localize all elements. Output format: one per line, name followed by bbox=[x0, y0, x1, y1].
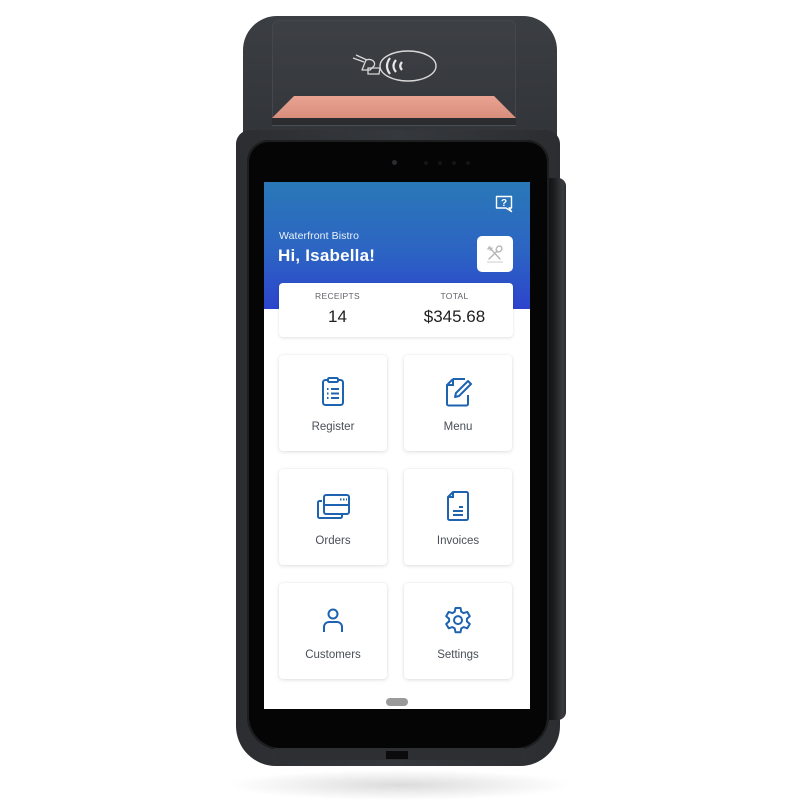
tile-invoices[interactable]: Invoices bbox=[404, 469, 512, 565]
edit-document-icon bbox=[446, 378, 472, 407]
app-screen: ? Waterfront Bistro Hi, Isabella! RECEIP… bbox=[264, 182, 530, 709]
stat-value: $345.68 bbox=[423, 307, 486, 326]
venue-logo-button[interactable] bbox=[477, 236, 513, 272]
clipboard-list-icon bbox=[322, 377, 344, 406]
usb-port bbox=[386, 751, 408, 759]
tile-menu[interactable]: Menu bbox=[404, 355, 512, 451]
home-gesture-pill[interactable] bbox=[386, 698, 408, 706]
sensor bbox=[466, 161, 470, 165]
help-chat-icon: ? bbox=[495, 195, 513, 213]
contactless-payment-icon bbox=[352, 50, 437, 82]
svg-text:?: ? bbox=[501, 198, 507, 209]
stat-label: TOTAL bbox=[440, 291, 469, 301]
menu-grid: Register Menu Orders Invoices Customers … bbox=[279, 355, 515, 679]
device-shadow bbox=[230, 770, 570, 800]
gear-icon bbox=[445, 607, 471, 634]
tile-settings[interactable]: Settings bbox=[404, 583, 512, 679]
printer-seam bbox=[272, 118, 516, 126]
tile-label: Settings bbox=[437, 649, 479, 661]
person-icon bbox=[323, 608, 343, 632]
tile-label: Orders bbox=[315, 535, 351, 547]
help-button[interactable]: ? bbox=[494, 194, 514, 214]
tile-register[interactable]: Register bbox=[279, 355, 387, 451]
tile-label: Register bbox=[311, 421, 355, 433]
stat-receipts: RECEIPTS 14 bbox=[279, 283, 396, 337]
invoice-icon bbox=[447, 491, 469, 521]
sensor bbox=[452, 161, 456, 165]
sensor bbox=[424, 161, 428, 165]
tile-customers[interactable]: Customers bbox=[279, 583, 387, 679]
side-rail bbox=[546, 178, 566, 720]
stat-label: RECEIPTS bbox=[315, 291, 360, 301]
receipt-paper bbox=[272, 96, 516, 118]
tile-orders[interactable]: Orders bbox=[279, 469, 387, 565]
cards-icon bbox=[317, 494, 350, 519]
tile-label: Menu bbox=[443, 421, 473, 433]
stats-card: RECEIPTS 14 TOTAL $345.68 bbox=[279, 283, 513, 337]
tile-label: Invoices bbox=[436, 535, 480, 547]
tile-label: Customers bbox=[305, 649, 361, 661]
sensor bbox=[438, 161, 442, 165]
front-camera bbox=[392, 160, 397, 165]
fork-spoon-icon bbox=[487, 245, 503, 263]
stat-value: 14 bbox=[328, 307, 347, 326]
venue-name: Waterfront Bistro bbox=[279, 230, 360, 242]
stat-total: TOTAL $345.68 bbox=[396, 283, 513, 337]
greeting: Hi, Isabella! bbox=[278, 246, 376, 265]
